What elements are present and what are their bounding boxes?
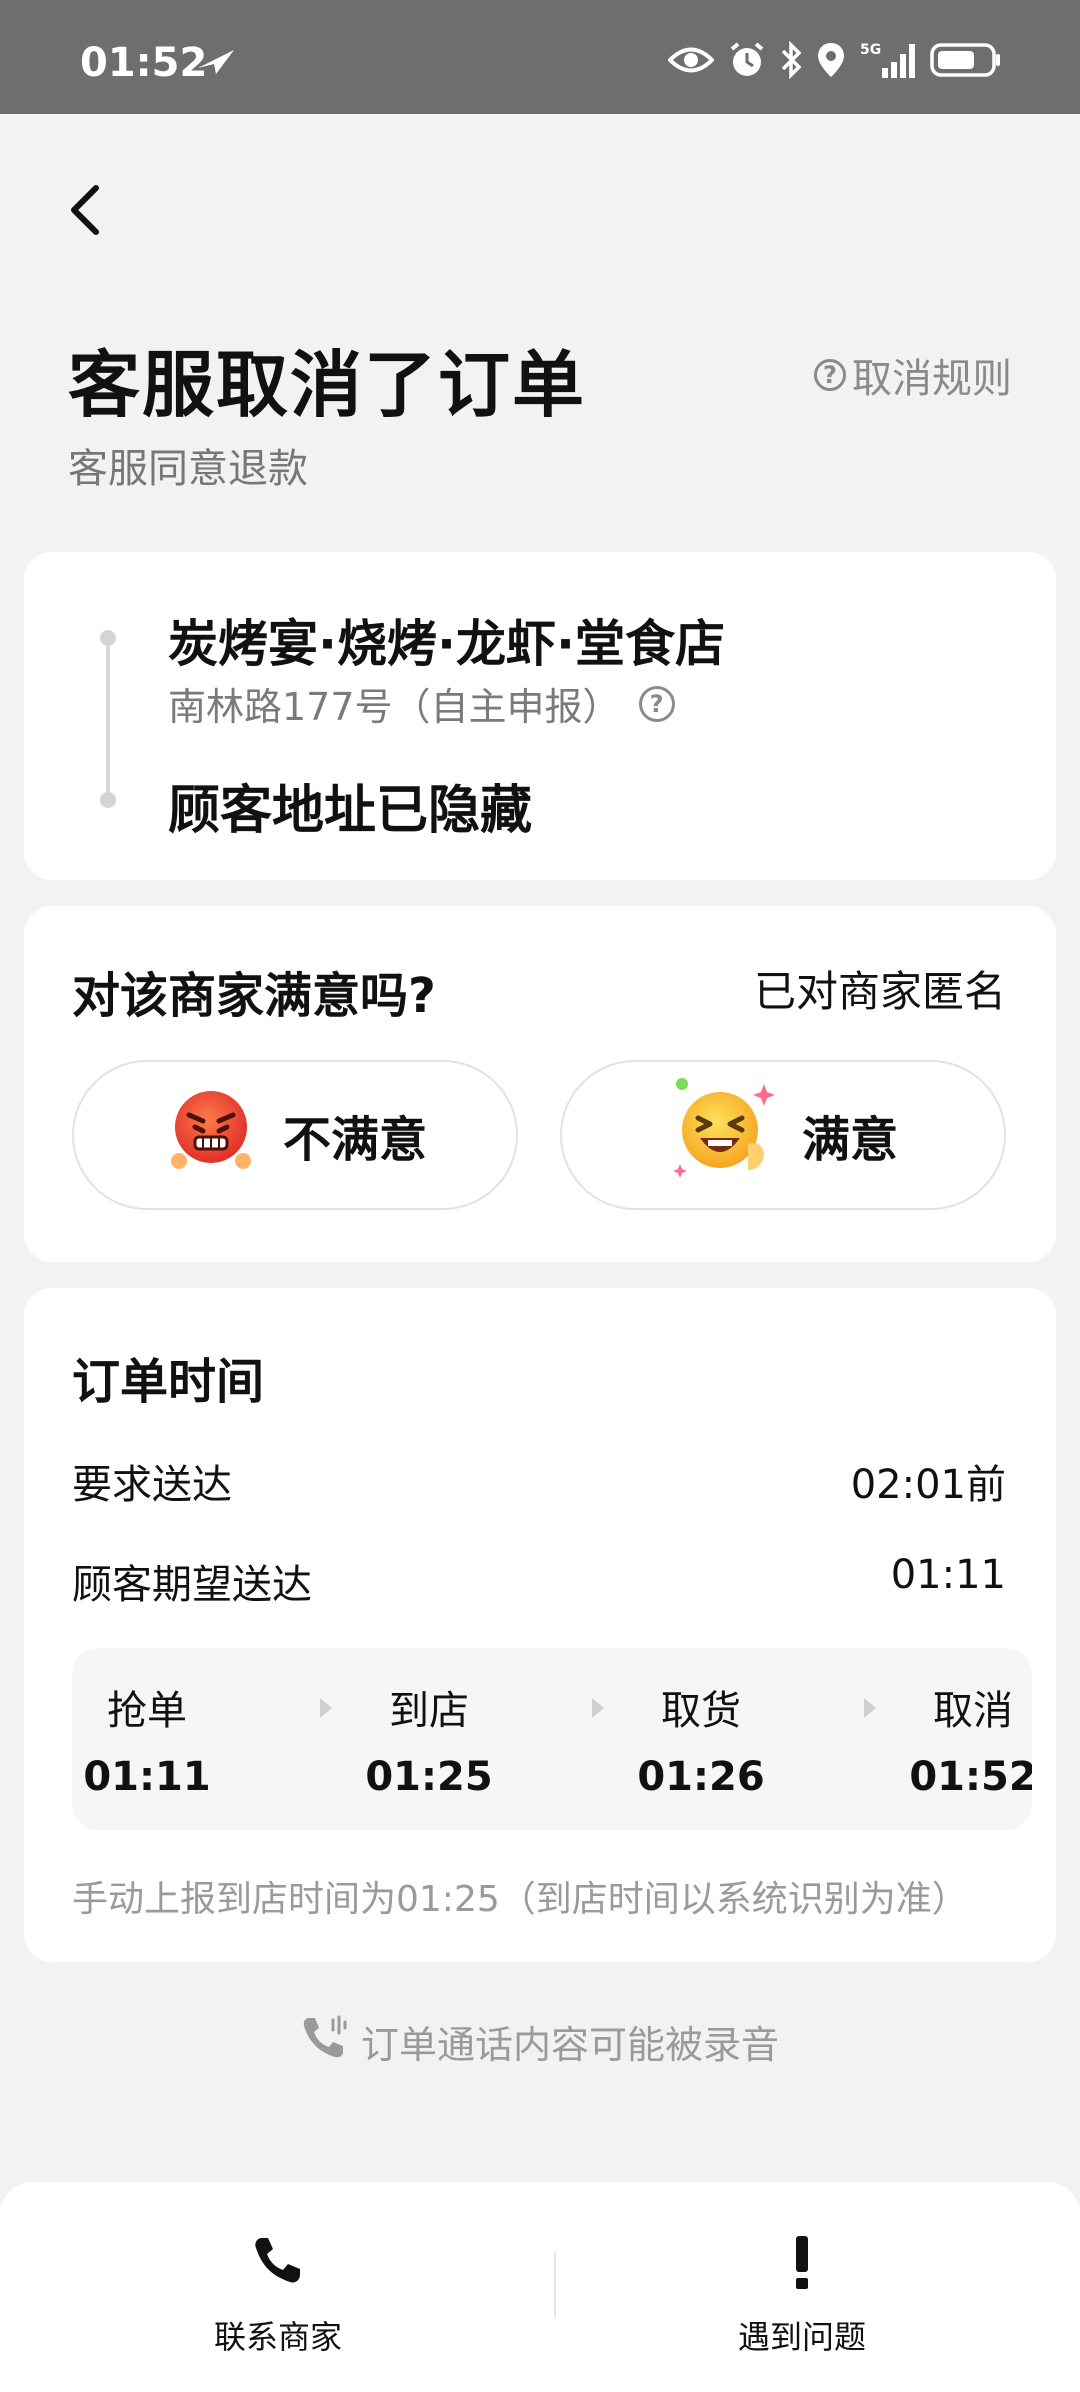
arrow-right-icon [592, 1698, 604, 1718]
shop-name: 炭烤宴·烧烤·龙虾·堂食店 [168, 615, 725, 673]
recording-notice: 订单通话内容可能被录音 [0, 2014, 1080, 2069]
cancel-rules-link[interactable]: ? 取消规则 [814, 346, 1012, 404]
question-icon: ? [814, 359, 846, 391]
phone-recording-icon [301, 2014, 349, 2069]
step-label: 抢单 [107, 1688, 187, 1734]
cancel-rules-label: 取消规则 [852, 356, 1012, 402]
laughing-face-icon [668, 1074, 778, 1196]
signal-icon: 5G [860, 40, 916, 80]
order-timeline: 抢单 01:11 到店 01:25 取货 01:26 取消 01:52 [72, 1648, 1032, 1830]
unsatisfied-button[interactable]: 不满意 [72, 1060, 518, 1210]
status-time: 01:52 [80, 40, 208, 86]
back-button[interactable] [62, 180, 108, 240]
address-card: 炭烤宴·烧烤·龙虾·堂食店 南林路177号（自主申报） ? 顾客地址已隐藏 [24, 552, 1056, 880]
report-problem-button[interactable]: 遇到问题 [532, 2182, 1072, 2392]
order-time-card: 订单时间 要求送达 02:01前 顾客期望送达 01:11 抢单 01:11 到… [24, 1288, 1056, 1962]
step-label: 取消 [933, 1688, 1013, 1734]
exclamation-icon [532, 2234, 1072, 2290]
eye-icon [668, 45, 714, 75]
step-label: 到店 [389, 1688, 469, 1734]
phone-icon [8, 2234, 548, 2286]
battery-icon [930, 42, 1002, 78]
recording-notice-text: 订单通话内容可能被录音 [360, 2023, 779, 2067]
unsatisfied-label: 不满意 [282, 1112, 427, 1168]
shop-address: 南林路177号（自主申报） [168, 685, 621, 729]
expected-delivery-value: 01:11 [890, 1552, 1006, 1598]
route-line [106, 638, 110, 798]
required-delivery-value: 02:01前 [850, 1462, 1006, 1508]
step-time: 01:26 [637, 1754, 765, 1800]
step-time: 01:52 [909, 1754, 1032, 1800]
arrow-right-icon [864, 1698, 876, 1718]
contact-merchant-button[interactable]: 联系商家 [8, 2182, 548, 2392]
status-icons: 5G [668, 40, 1002, 80]
svg-text:5G: 5G [860, 42, 881, 58]
customer-address: 顾客地址已隐藏 [168, 781, 533, 841]
bottom-action-bar: 联系商家 遇到问题 [0, 2182, 1080, 2392]
page-subtitle: 客服同意退款 [68, 446, 308, 492]
satisfied-button[interactable]: 满意 [560, 1060, 1006, 1210]
report-problem-label: 遇到问题 [737, 2318, 866, 2356]
step-time: 01:25 [365, 1754, 493, 1800]
status-bar: 01:52 5G [0, 0, 1080, 114]
page-title: 客服取消了订单 [68, 343, 587, 427]
shop-address-row: 南林路177号（自主申报） ? [168, 676, 675, 731]
satisfaction-card: 对该商家满意吗? 已对商家匿名 不满意 满意 [24, 906, 1056, 1262]
manual-arrival-note: 手动上报到店时间为01:25（到店时间以系统识别为准） [72, 1879, 968, 1920]
arrow-right-icon [320, 1698, 332, 1718]
required-delivery-label: 要求送达 [72, 1462, 232, 1508]
customer-dot [100, 792, 116, 808]
alarm-icon [728, 41, 766, 79]
send-icon [196, 46, 236, 80]
step-time: 01:11 [83, 1754, 211, 1800]
satisfied-label: 满意 [801, 1112, 898, 1168]
bluetooth-icon [780, 41, 802, 79]
step-label: 取货 [661, 1688, 741, 1734]
anonymous-label: 已对商家匿名 [753, 967, 1006, 1016]
angry-face-icon [163, 1081, 259, 1189]
question-icon[interactable]: ? [638, 685, 675, 722]
satisfaction-question: 对该商家满意吗? [72, 968, 436, 1024]
chevron-left-icon [71, 185, 99, 235]
location-icon [816, 41, 846, 79]
order-time-title: 订单时间 [72, 1354, 265, 1410]
expected-delivery-label: 顾客期望送达 [72, 1562, 312, 1608]
contact-merchant-label: 联系商家 [213, 2318, 342, 2356]
shop-dot [100, 630, 116, 646]
